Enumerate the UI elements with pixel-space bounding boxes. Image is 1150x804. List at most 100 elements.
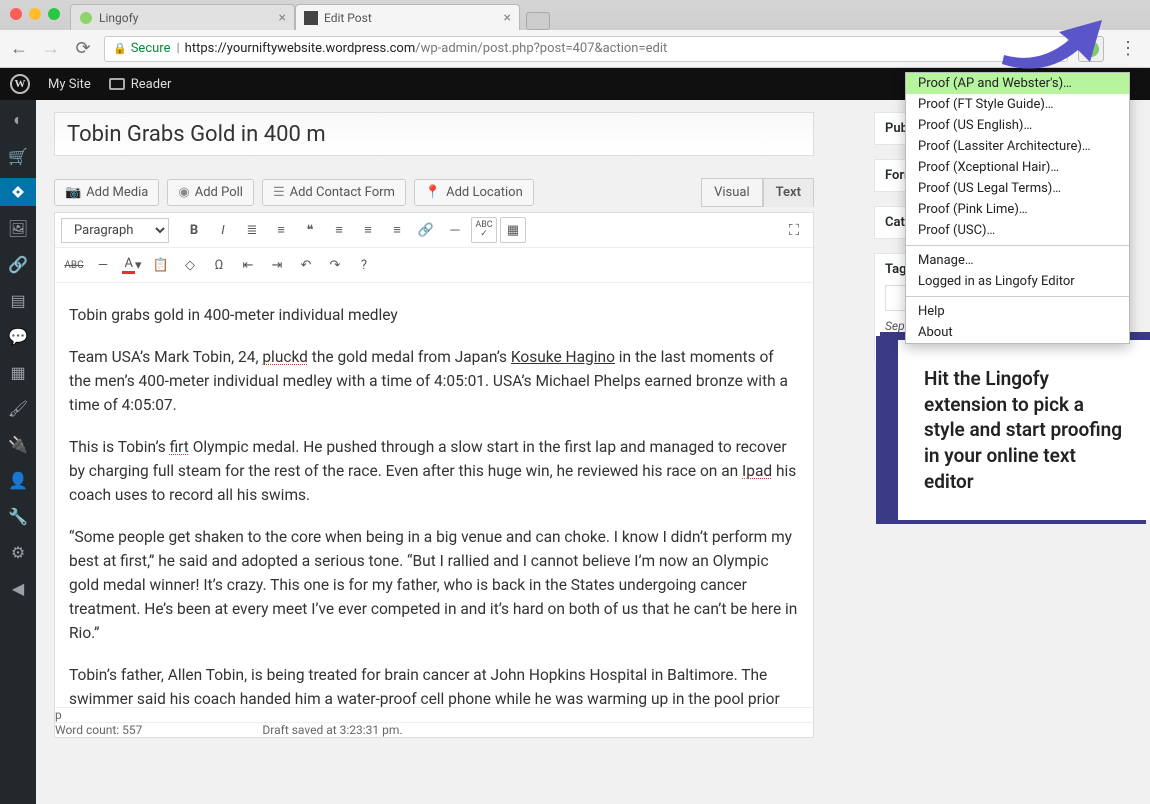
menu-item-proof[interactable]: Proof (Lassiter Architecture)… [906,136,1129,157]
store-icon[interactable]: 🛒 [0,142,36,170]
collapse-icon[interactable]: ◀ [0,574,36,602]
camera-icon: 📷 [65,185,81,200]
address-bar: ← → ⟳ 🔒 Secure | https://yourniftywebsit… [0,30,1150,68]
form-icon: ☰ [273,185,285,200]
media-icon[interactable]: 🖼 [0,214,36,242]
quote-button[interactable]: ❝ [297,217,323,243]
dashboard-icon[interactable]: ◐ [0,106,36,134]
text-color-button[interactable]: A ▾ [119,252,145,278]
spelling-error[interactable]: pluckd [262,348,308,366]
tools-icon[interactable]: 🔧 [0,502,36,530]
post-content[interactable]: Tobin grabs gold in 400-meter individual… [55,283,813,707]
align-right-button[interactable]: ≡ [384,217,410,243]
format-toolbar-row1: Paragraph B I ≣ ≡ ❝ ≡ ≡ ≡ 🔗 ─ ABC✓ ▦ ⛶ [55,213,813,248]
add-contact-button[interactable]: ☰Add Contact Form [262,179,406,206]
align-center-button[interactable]: ≡ [355,217,381,243]
link-button[interactable]: 🔗 [413,217,439,243]
format-toolbar-row2: ABC — A ▾ 📋 ◇ Ω ⇤ ⇥ ↶ ↷ ? [55,248,813,283]
appearance-icon[interactable]: 🖌 [0,394,36,422]
menu-item-proof[interactable]: Proof (USC)… [906,220,1129,241]
tab-bar: Lingofy × Edit Post × [0,0,1150,30]
menu-item-proof[interactable]: Proof (US English)… [906,115,1129,136]
wordpress-favicon-icon [304,11,318,25]
post-title-input[interactable] [54,112,814,156]
align-left-button[interactable]: ≡ [326,217,352,243]
more-button[interactable]: ─ [442,217,468,243]
menu-item-manage[interactable]: Manage… [906,250,1129,271]
special-char-button[interactable]: Ω [206,252,232,278]
content-paragraph: Tobin’s father, Allen Tobin, is being tr… [69,663,799,707]
close-tab-icon[interactable]: × [504,10,511,26]
plugins-icon[interactable]: 🔌 [0,430,36,458]
tab-text[interactable]: Text [763,178,814,207]
undo-button[interactable]: ↶ [293,252,319,278]
menu-item-proof[interactable]: Proof (FT Style Guide)… [906,94,1129,115]
maximize-icon[interactable] [48,8,60,20]
content-paragraph: Team USA’s Mark Tobin, 24, pluckd the go… [69,345,799,417]
reader-link[interactable]: Reader [109,77,172,92]
indent-button[interactable]: ⇥ [264,252,290,278]
strike-button[interactable]: ABC [61,252,87,278]
content-paragraph: “Some people get shaken to the core when… [69,525,799,645]
callout-text: Hit the Lingofy extension to pick a styl… [924,367,1122,493]
close-icon[interactable] [10,8,22,20]
menu-item-proof[interactable]: Proof (Pink Lime)… [906,199,1129,220]
content-link[interactable]: Kosuke Hagino [511,348,615,366]
add-media-button[interactable]: 📷Add Media [54,179,159,206]
menu-item-about[interactable]: About [906,322,1129,343]
toolbar-toggle-button[interactable]: ▦ [500,217,526,243]
help-button[interactable]: ? [351,252,377,278]
window-controls[interactable] [10,8,60,20]
poll-icon: ◉ [178,185,189,200]
spellcheck-button[interactable]: ABC✓ [471,217,497,243]
browser-chrome: Lingofy × Edit Post × ← → ⟳ 🔒 Secure | h… [0,0,1150,68]
menu-item-help[interactable]: Help [906,301,1129,322]
hr-button[interactable]: — [90,252,116,278]
spelling-error[interactable]: Ipad [742,462,772,480]
url-input[interactable]: 🔒 Secure | https://yourniftywebsite.word… [104,36,1068,62]
bold-button[interactable]: B [181,217,207,243]
italic-button[interactable]: I [210,217,236,243]
tab-visual[interactable]: Visual [701,178,763,207]
add-location-button[interactable]: 📍Add Location [414,179,534,206]
clear-format-button[interactable]: ◇ [177,252,203,278]
reload-icon[interactable]: ⟳ [72,38,94,59]
content-paragraph: Tobin grabs gold in 400-meter individual… [69,303,799,327]
feedback-icon[interactable]: ▦ [0,358,36,386]
bullet-list-button[interactable]: ≣ [239,217,265,243]
close-tab-icon[interactable]: × [279,10,286,26]
menu-item-proof[interactable]: Proof (US Legal Terms)… [906,178,1129,199]
comments-icon[interactable]: 💬 [0,322,36,350]
links-icon[interactable]: 🔗 [0,250,36,278]
secure-label: Secure [131,41,171,56]
browser-menu-icon[interactable]: ⋮ [1114,38,1142,59]
menu-item-proof[interactable]: Proof (Xceptional Hair)… [906,157,1129,178]
number-list-button[interactable]: ≡ [268,217,294,243]
tab-title: Lingofy [99,11,138,25]
outdent-button[interactable]: ⇤ [235,252,261,278]
instruction-callout: Hit the Lingofy extension to pick a styl… [880,332,1150,520]
users-icon[interactable]: 👤 [0,466,36,494]
pointer-arrow-icon [994,10,1104,80]
wordpress-logo-icon[interactable]: W [10,74,30,94]
pages-icon[interactable]: ▤ [0,286,36,314]
posts-icon[interactable] [0,178,36,206]
browser-tab[interactable]: Lingofy × [70,4,295,30]
settings-icon[interactable]: ⚙ [0,538,36,566]
minimize-icon[interactable] [29,8,41,20]
format-select[interactable]: Paragraph [61,218,169,243]
fullscreen-button[interactable]: ⛶ [781,217,807,243]
spelling-error[interactable]: firt [170,438,189,456]
back-icon[interactable]: ← [8,38,30,59]
word-count: Word count: 557 [55,723,142,737]
new-tab-button[interactable] [526,12,550,30]
pin-icon: 📍 [425,185,441,200]
forward-icon[interactable]: → [40,38,62,59]
add-poll-button[interactable]: ◉Add Poll [167,179,254,206]
browser-tab-active[interactable]: Edit Post × [295,4,520,30]
my-site-link[interactable]: My Site [48,77,91,92]
reader-icon [109,78,125,90]
redo-button[interactable]: ↷ [322,252,348,278]
paste-text-button[interactable]: 📋 [148,252,174,278]
url-path: /wp-admin/post.php?post=407&action=edit [415,41,667,56]
